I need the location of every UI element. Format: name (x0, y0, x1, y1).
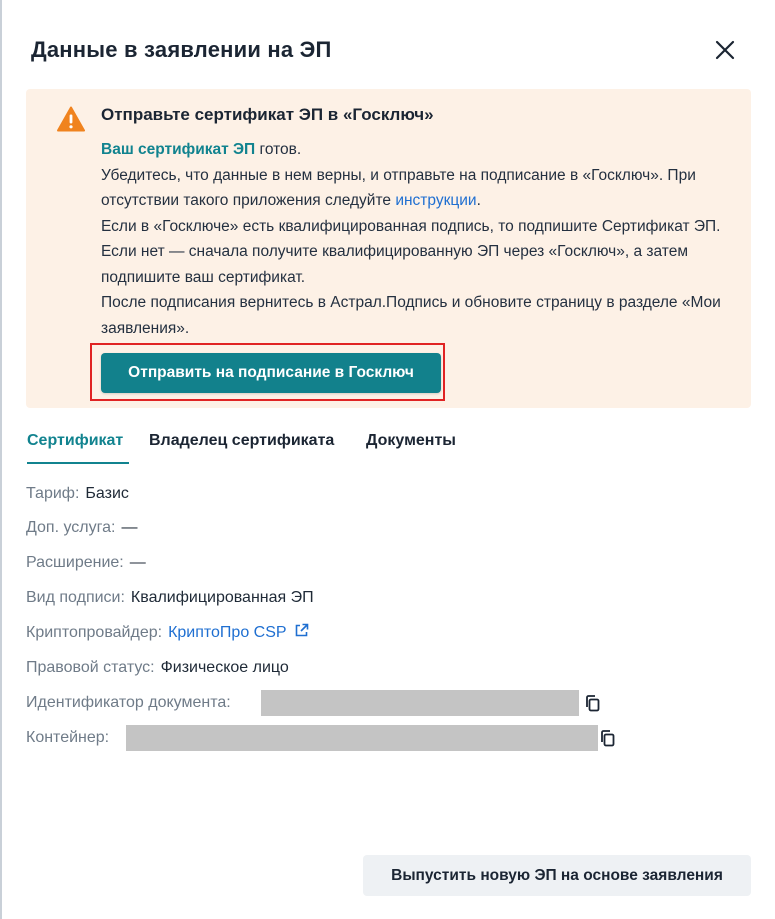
close-icon (715, 40, 735, 60)
field-extra-service: Доп. услуга: — (26, 515, 137, 541)
alert-verify-end: . (476, 192, 481, 209)
alert-paragraph-return: После подписания вернитесь в Астрал.Подп… (101, 294, 721, 337)
tab-certificate[interactable]: Сертификат (27, 430, 123, 452)
issue-new-signature-button[interactable]: Выпустить новую ЭП на основе заявления (363, 855, 751, 896)
copy-container-button[interactable] (599, 729, 617, 749)
extra-service-value: — (121, 519, 138, 536)
field-document-id: Идентификатор документа: (26, 690, 231, 716)
container-redacted (126, 725, 598, 751)
copy-icon (586, 695, 600, 712)
active-tab-indicator (27, 462, 129, 464)
crypto-provider-link[interactable]: КриптоПро CSP (168, 623, 309, 641)
field-extension: Расширение: — (26, 550, 146, 576)
tab-certificate-owner[interactable]: Владелец сертификата (149, 430, 334, 452)
tariff-value: Базис (85, 485, 129, 502)
field-tariff: Тариф: Базис (26, 481, 129, 507)
legal-status-label: Правовой статус: (26, 659, 155, 676)
document-id-redacted (261, 690, 579, 716)
alert-body: Ваш сертификат ЭП готов. Убедитесь, что … (101, 137, 721, 341)
extra-service-label: Доп. услуга: (26, 519, 116, 536)
warning-icon (57, 106, 85, 132)
dialog-header: Данные в заявлении на ЭП (31, 34, 745, 66)
send-to-goskey-button[interactable]: Отправить на подписание в Госключ (101, 353, 441, 393)
field-legal-status: Правовой статус: Физическое лицо (26, 655, 289, 681)
copy-icon (601, 730, 615, 747)
signature-type-value: Квалифицированная ЭП (130, 589, 314, 606)
alert-paragraph-verify: Убедитесь, что данные в нем верны, и отп… (101, 163, 721, 214)
extension-label: Расширение: (26, 554, 124, 571)
crypto-provider-label: Криптопровайдер: (26, 624, 163, 641)
signature-type-label: Вид подписи: (26, 589, 125, 606)
certificate-link[interactable]: Ваш сертификат ЭП (101, 141, 255, 158)
legal-status-value: Физическое лицо (160, 659, 289, 676)
field-signature-type: Вид подписи: Квалифицированная ЭП (26, 585, 314, 611)
dialog-title: Данные в заявлении на ЭП (31, 37, 332, 62)
container-label: Контейнер: (26, 729, 110, 746)
field-container: Контейнер: (26, 725, 109, 751)
alert-ready-text: готов. (255, 141, 302, 158)
tariff-label: Тариф: (26, 485, 80, 502)
extension-value: — (129, 554, 146, 571)
document-id-label: Идентификатор документа: (26, 694, 231, 711)
alert-paragraph-sign: Если в «Госключе» есть квалифицированная… (101, 217, 721, 286)
crypto-provider-value: КриптоПро CSP (168, 624, 287, 641)
copy-document-id-button[interactable] (584, 694, 602, 714)
close-button[interactable] (711, 36, 739, 64)
warning-alert: Отправьте сертификат ЭП в «Госключ» Ваш … (26, 89, 751, 408)
field-crypto-provider: Криптопровайдер: КриптоПро CSP (26, 620, 309, 646)
window-edge (0, 0, 2, 919)
alert-line-ready: Ваш сертификат ЭП готов. (101, 137, 721, 163)
tab-documents[interactable]: Документы (366, 430, 456, 452)
alert-title: Отправьте сертификат ЭП в «Госключ» (101, 105, 434, 124)
external-link-icon (295, 623, 309, 637)
instructions-link[interactable]: инструкции (395, 192, 476, 209)
